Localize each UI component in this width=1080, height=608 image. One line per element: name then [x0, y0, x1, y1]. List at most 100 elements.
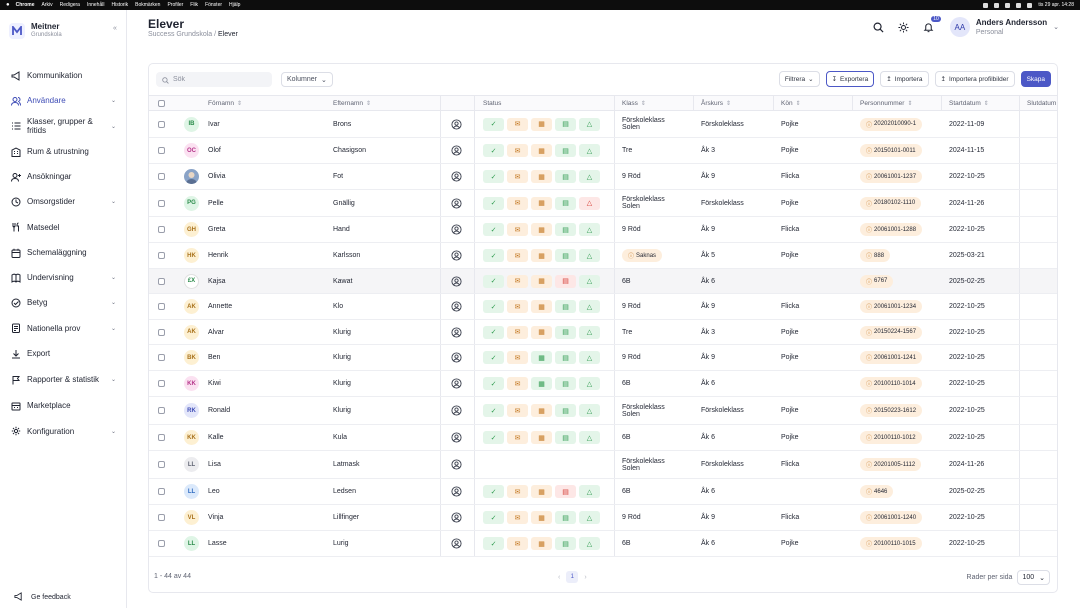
sidebar-item-konfiguration[interactable]: Konfiguration ⌄: [0, 418, 126, 444]
status-icon[interactable]: [983, 2, 989, 8]
user-profile-icon[interactable]: [451, 111, 462, 137]
table-row[interactable]: £X Kajsa Kawat ✓ ✉ ▦ ▤ △ 6B Åk 6 ⓘ 6767 2025-02-25: [149, 269, 1057, 294]
row-checkbox[interactable]: [158, 328, 165, 336]
row-checkbox[interactable]: [158, 461, 165, 468]
status-bell-icon[interactable]: △: [579, 274, 600, 288]
menu-app[interactable]: Chrome: [16, 2, 35, 8]
status-document-icon[interactable]: ▦: [531, 300, 552, 313]
menu-item[interactable]: Innehåll: [87, 2, 105, 8]
user-profile-icon[interactable]: [451, 138, 462, 163]
status-bell-icon[interactable]: △: [579, 431, 600, 444]
status-bell-icon[interactable]: △: [579, 485, 600, 498]
import-profile-pictures-button[interactable]: ↥ Importera profilbilder: [934, 71, 1015, 87]
status-check-icon[interactable]: ✓: [483, 511, 504, 524]
user-profile-icon[interactable]: [451, 371, 462, 396]
create-button[interactable]: Skapa: [1020, 71, 1051, 87]
user-profile-icon[interactable]: [451, 345, 462, 370]
status-form-icon[interactable]: ▤: [555, 117, 576, 131]
column-arskurs[interactable]: Årskurs ⇕: [701, 96, 731, 111]
status-mail-icon[interactable]: ✉: [507, 170, 528, 183]
user-menu[interactable]: Anders Andersson Personal: [976, 18, 1047, 37]
menu-item[interactable]: Arkiv: [42, 2, 53, 8]
row-checkbox[interactable]: [158, 407, 165, 414]
row-checkbox[interactable]: [158, 303, 165, 310]
row-checkbox[interactable]: [158, 199, 165, 207]
row-checkbox[interactable]: [158, 434, 165, 441]
status-check-icon[interactable]: ✓: [483, 351, 504, 364]
column-lastname[interactable]: Efternamn ⇕: [333, 96, 371, 111]
status-icon[interactable]: [994, 2, 1000, 8]
menubar-datetime[interactable]: tis 29 apr. 14:28: [1038, 2, 1074, 8]
status-document-icon[interactable]: ▦: [531, 511, 552, 524]
user-profile-icon[interactable]: [451, 243, 462, 268]
user-profile-icon[interactable]: [451, 294, 462, 319]
status-check-icon[interactable]: ✓: [483, 485, 504, 498]
row-checkbox[interactable]: [158, 488, 165, 495]
status-mail-icon[interactable]: ✉: [507, 274, 528, 288]
row-checkbox[interactable]: [158, 147, 165, 154]
status-mail-icon[interactable]: ✉: [507, 404, 528, 417]
status-form-icon[interactable]: ▤: [555, 300, 576, 313]
status-document-icon[interactable]: ▦: [531, 485, 552, 498]
status-document-icon[interactable]: ▦: [531, 351, 552, 364]
user-profile-icon[interactable]: [451, 190, 462, 216]
status-bell-icon[interactable]: △: [579, 377, 600, 390]
menu-item[interactable]: Historik: [111, 2, 128, 8]
status-form-icon[interactable]: ▤: [555, 431, 576, 444]
sidebar-item-rum-utrustning[interactable]: Rum & utrustning: [0, 139, 126, 164]
user-profile-icon[interactable]: [451, 451, 462, 478]
status-form-icon[interactable]: ▤: [555, 377, 576, 390]
status-bell-icon[interactable]: △: [579, 351, 600, 364]
row-checkbox[interactable]: [158, 120, 165, 128]
status-check-icon[interactable]: ✓: [483, 377, 504, 390]
sidebar-item-betyg[interactable]: Betyg ⌄: [0, 290, 126, 315]
export-button[interactable]: ↧ Exportera: [825, 71, 875, 87]
bell-icon[interactable]: 10: [922, 16, 941, 34]
sidebar-item-matsedel[interactable]: Matsedel: [0, 214, 126, 240]
status-form-icon[interactable]: ▤: [555, 170, 576, 183]
prev-page-icon[interactable]: ‹: [558, 574, 560, 581]
status-document-icon[interactable]: ▦: [531, 249, 552, 262]
table-row[interactable]: Olivia Fot ✓ ✉ ▦ ▤ △ 9 Röd Åk 9 Flicka ⓘ 20061001-1…: [149, 164, 1057, 190]
row-checkbox[interactable]: [158, 173, 165, 180]
status-check-icon[interactable]: ✓: [483, 274, 504, 288]
status-document-icon[interactable]: ▦: [531, 117, 552, 131]
user-profile-icon[interactable]: [451, 320, 462, 344]
status-form-icon[interactable]: ▤: [555, 511, 576, 524]
status-document-icon[interactable]: ▦: [531, 325, 552, 339]
status-form-icon[interactable]: ▤: [555, 351, 576, 364]
status-check-icon[interactable]: ✓: [483, 117, 504, 131]
user-avatar[interactable]: AA: [949, 17, 970, 37]
column-personnummer[interactable]: Personnummer ⇕: [860, 96, 912, 111]
wifi-icon[interactable]: [1016, 2, 1022, 8]
table-row[interactable]: KK Kalle Kula ✓ ✉ ▦ ▤ △ 6B Åk 6 Pojke ⓘ 20100110-101…: [149, 425, 1057, 451]
status-mail-icon[interactable]: ✉: [507, 249, 528, 262]
row-checkbox[interactable]: [158, 226, 165, 233]
row-checkbox[interactable]: [158, 540, 165, 547]
search-input[interactable]: [173, 76, 263, 83]
status-check-icon[interactable]: ✓: [483, 144, 504, 157]
status-bell-icon[interactable]: △: [579, 223, 600, 236]
status-mail-icon[interactable]: ✉: [507, 511, 528, 524]
status-mail-icon[interactable]: ✉: [507, 300, 528, 313]
brand[interactable]: Meitner Grundskola: [9, 22, 62, 39]
battery-icon[interactable]: [1005, 2, 1011, 8]
menu-item[interactable]: Redigera: [60, 2, 80, 8]
status-form-icon[interactable]: ▤: [555, 485, 576, 498]
feedback-link[interactable]: Ge feedback: [14, 592, 71, 603]
table-row[interactable]: LL Lisa Latmask Förskoleklass Solen Förskole…: [149, 451, 1057, 479]
status-mail-icon[interactable]: ✉: [507, 485, 528, 498]
user-profile-icon[interactable]: [451, 269, 462, 293]
table-row[interactable]: BK Ben Klurig ✓ ✉ ▦ ▤ △ 9 Röd Åk 9 Pojke ⓘ 20061001-…: [149, 345, 1057, 371]
status-check-icon[interactable]: ✓: [483, 431, 504, 444]
sidebar-item-omsorgstider[interactable]: Omsorgstider ⌄: [0, 189, 126, 214]
columns-dropdown[interactable]: Kolumner ⌄: [281, 72, 333, 87]
next-page-icon[interactable]: ›: [584, 574, 586, 581]
status-document-icon[interactable]: ▦: [531, 431, 552, 444]
column-firstname[interactable]: Förnamn ⇕: [208, 96, 242, 111]
sidebar-item-kommunikation[interactable]: Kommunikation: [0, 63, 126, 88]
column-startdatum[interactable]: Startdatum ⇕: [949, 96, 989, 111]
sidebar-item-marketplace[interactable]: Marketplace: [0, 393, 126, 418]
control-center-icon[interactable]: [1027, 2, 1033, 8]
status-bell-icon[interactable]: △: [579, 144, 600, 157]
